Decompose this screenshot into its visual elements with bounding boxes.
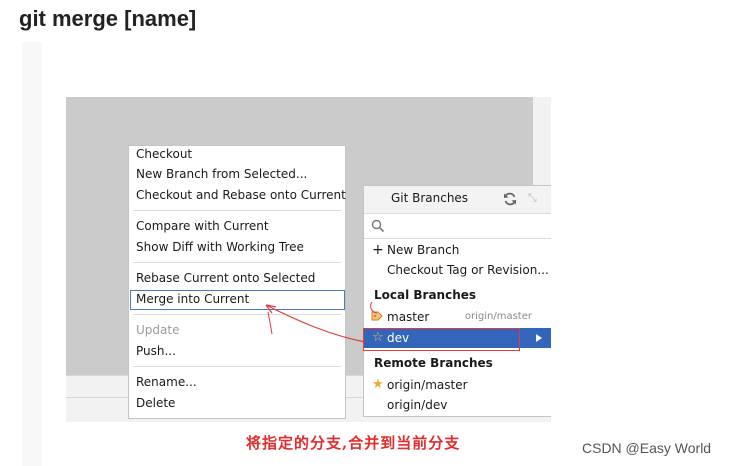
git-branches-header: Git Branches ⤡ xyxy=(364,186,551,214)
branch-item-master[interactable]: master origin/master xyxy=(364,307,551,327)
menu-item-rebase-current-onto-selected[interactable]: Rebase Current onto Selected xyxy=(136,269,315,287)
new-branch-label: New Branch xyxy=(387,243,460,257)
annotation-caption: 将指定的分支,合并到当前分支 xyxy=(246,434,461,452)
menu-item-update: Update xyxy=(136,323,180,337)
menu-item-checkout-and-rebase[interactable]: Checkout and Rebase onto Current xyxy=(136,186,346,204)
submenu-arrow-icon xyxy=(536,334,542,342)
branch-name: origin/dev xyxy=(387,398,448,412)
checkout-tag-label: Checkout Tag or Revision... xyxy=(387,263,549,277)
remote-branches-header: Remote Branches xyxy=(374,356,493,370)
branch-name: origin/master xyxy=(387,378,468,392)
menu-separator xyxy=(133,366,341,367)
menu-item-rename[interactable]: Rename... xyxy=(136,373,197,391)
plus-icon: + xyxy=(372,242,384,258)
page-heading: git merge [name] xyxy=(19,6,197,31)
new-branch-action[interactable]: + New Branch xyxy=(364,240,551,260)
star-filled-icon: ★ xyxy=(372,377,384,392)
annotation-highlight-box xyxy=(363,328,520,351)
expand-icon[interactable]: ⤡ xyxy=(528,191,542,205)
menu-item-new-branch-from-selected[interactable]: New Branch from Selected... xyxy=(136,165,307,183)
csdn-watermark: CSDN @Easy World xyxy=(582,440,712,456)
menu-separator xyxy=(133,262,341,263)
menu-item-merge-into-current[interactable]: Merge into Current xyxy=(136,290,249,308)
tracking-branch: origin/master xyxy=(464,311,532,322)
git-branches-title: Git Branches xyxy=(390,191,469,205)
tag-icon xyxy=(371,311,383,321)
menu-item-show-diff[interactable]: Show Diff with Working Tree xyxy=(136,238,304,256)
checkout-tag-action[interactable]: Checkout Tag or Revision... xyxy=(364,260,551,280)
menu-item-push[interactable]: Push... xyxy=(136,342,176,360)
menu-item-checkout[interactable]: Checkout xyxy=(136,145,192,163)
menu-item-compare-with-current[interactable]: Compare with Current xyxy=(136,217,269,235)
branch-context-menu: Checkout New Branch from Selected... Che… xyxy=(128,145,346,419)
branch-name: master xyxy=(387,310,430,324)
git-branches-popup: Git Branches ⤡ + New Branch Checkout Tag… xyxy=(363,185,551,417)
branch-item-origin-dev[interactable]: origin/dev xyxy=(364,395,551,415)
refresh-icon[interactable] xyxy=(502,191,518,207)
local-branches-header: Local Branches xyxy=(374,288,477,302)
menu-separator xyxy=(133,314,341,315)
branch-item-origin-master[interactable]: ★ origin/master xyxy=(364,375,551,395)
ide-screenshot: Checkout New Branch from Selected... Che… xyxy=(66,97,551,422)
branch-search-field[interactable] xyxy=(364,214,551,239)
menu-item-delete[interactable]: Delete xyxy=(136,394,175,412)
menu-separator xyxy=(133,210,341,211)
search-icon xyxy=(371,219,385,233)
